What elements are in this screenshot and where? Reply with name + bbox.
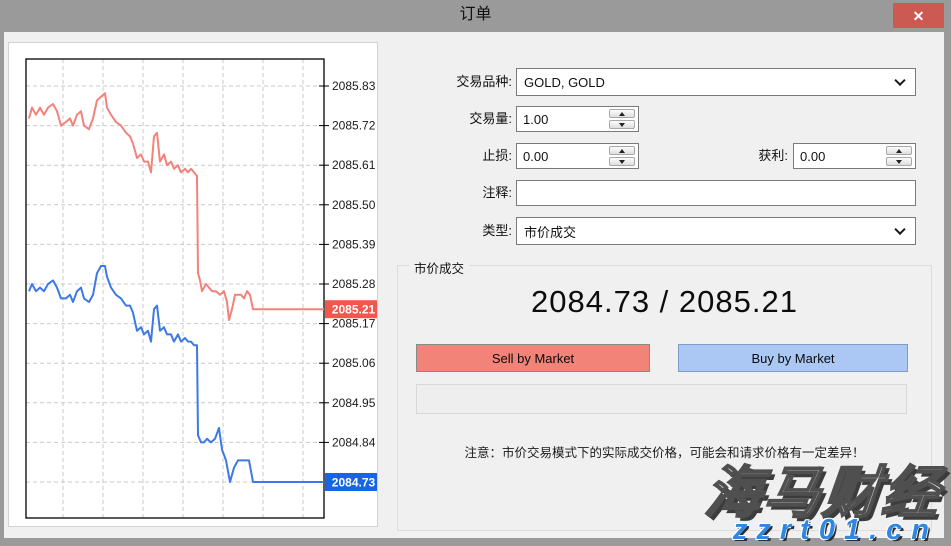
arrow-down-icon [619, 160, 625, 164]
buy-by-market-button[interactable]: Buy by Market [678, 344, 908, 372]
spin-up-button[interactable] [886, 146, 912, 155]
symbol-value: GOLD, GOLD [524, 75, 605, 90]
price-chart-panel: 2085.83 2085.72 2085.61 2085.50 2085.39 2085.… [8, 42, 378, 527]
arrow-down-icon [619, 123, 625, 127]
order-type-label: 类型: [372, 217, 512, 245]
spin-up-button[interactable] [609, 146, 635, 155]
dialog-content: 2085.83 2085.72 2085.61 2085.50 2085.39 2085.… [4, 32, 944, 538]
chevron-down-icon [894, 224, 905, 235]
bid-ask-quote: 2084.73 / 2085.21 [397, 284, 932, 320]
take-profit-spinner [886, 146, 912, 166]
titlebar[interactable]: 订单 ✕ [0, 0, 951, 32]
close-icon: ✕ [913, 9, 925, 23]
arrow-up-icon [619, 112, 625, 116]
take-profit-label: 获利: [648, 143, 788, 169]
watermark-url: zzrt01.cn [733, 514, 938, 546]
chevron-down-icon [894, 75, 905, 86]
spin-up-button[interactable] [609, 109, 635, 118]
dialog-title: 订单 [0, 0, 951, 32]
arrow-up-icon [896, 149, 902, 153]
axis-tick-label: 2085.72 [332, 119, 376, 133]
axis-tick-label: 2085.50 [332, 198, 376, 212]
price-chart: 2085.83 2085.72 2085.61 2085.50 2085.39 2085.… [9, 43, 377, 526]
bid-badge-label: 2084.73 [332, 476, 376, 490]
plot-border [26, 59, 324, 518]
order-type-select[interactable]: 市价成交 [516, 217, 916, 245]
arrow-down-icon [896, 160, 902, 164]
axis-tick-label: 2085.28 [332, 277, 376, 291]
axis-tick-label: 2085.39 [332, 237, 376, 251]
sell-by-market-button[interactable]: Sell by Market [416, 344, 650, 372]
volume-spinner [609, 109, 635, 129]
take-profit-input[interactable] [794, 144, 880, 168]
order-status-box [416, 384, 907, 414]
ask-line [29, 93, 324, 320]
spin-down-button[interactable] [609, 157, 635, 166]
stop-loss-label: 止损: [372, 143, 512, 169]
stop-loss-field [516, 143, 639, 169]
spin-down-button[interactable] [886, 157, 912, 166]
axis-tick-label: 2085.61 [332, 158, 376, 172]
symbol-label: 交易品种: [372, 68, 512, 96]
volume-input[interactable] [517, 107, 603, 131]
symbol-select[interactable]: GOLD, GOLD [516, 68, 916, 96]
volume-label: 交易量: [372, 106, 512, 132]
arrow-up-icon [619, 149, 625, 153]
stop-loss-input[interactable] [517, 144, 603, 168]
comment-label: 注释: [372, 180, 512, 206]
axis-tick-label: 2084.84 [332, 435, 376, 449]
close-button[interactable]: ✕ [893, 3, 944, 28]
ask-badge-label: 2085.21 [332, 303, 376, 317]
order-dialog: 订单 ✕ 2085.83 2085.72 2085.61 2085.50 2085.39… [0, 0, 951, 546]
bid-line [29, 266, 324, 482]
stop-loss-spinner [609, 146, 635, 166]
volume-field [516, 106, 639, 132]
axis-tick-label: 2085.17 [332, 317, 376, 331]
axis-tick-label: 2084.95 [332, 396, 376, 410]
take-profit-field [793, 143, 916, 169]
market-execution-legend: 市价成交 [409, 258, 469, 277]
order-type-value: 市价成交 [524, 222, 576, 241]
axis-tick-label: 2085.83 [332, 79, 376, 93]
spin-down-button[interactable] [609, 120, 635, 129]
comment-input[interactable] [516, 180, 916, 206]
axis-tick-label: 2085.06 [332, 356, 376, 370]
